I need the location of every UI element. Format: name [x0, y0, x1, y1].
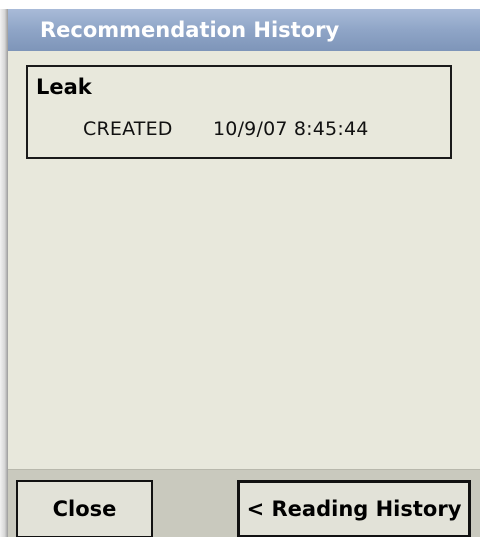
close-button[interactable]: Close [16, 480, 153, 537]
reading-history-button[interactable]: < Reading History [237, 480, 471, 537]
top-strip [0, 0, 486, 9]
app-window: Recommendation History Leak CREATED 10/9… [8, 9, 480, 537]
button-bar: Close < Reading History [8, 469, 480, 537]
recommendation-record[interactable]: Leak CREATED 10/9/07 8:45:44 [26, 65, 452, 159]
window-title: Recommendation History [8, 9, 480, 51]
window-left-edge [0, 9, 8, 537]
record-name: Leak [36, 75, 92, 99]
record-status: CREATED [83, 118, 173, 140]
record-timestamp: 10/9/07 8:45:44 [213, 118, 369, 140]
